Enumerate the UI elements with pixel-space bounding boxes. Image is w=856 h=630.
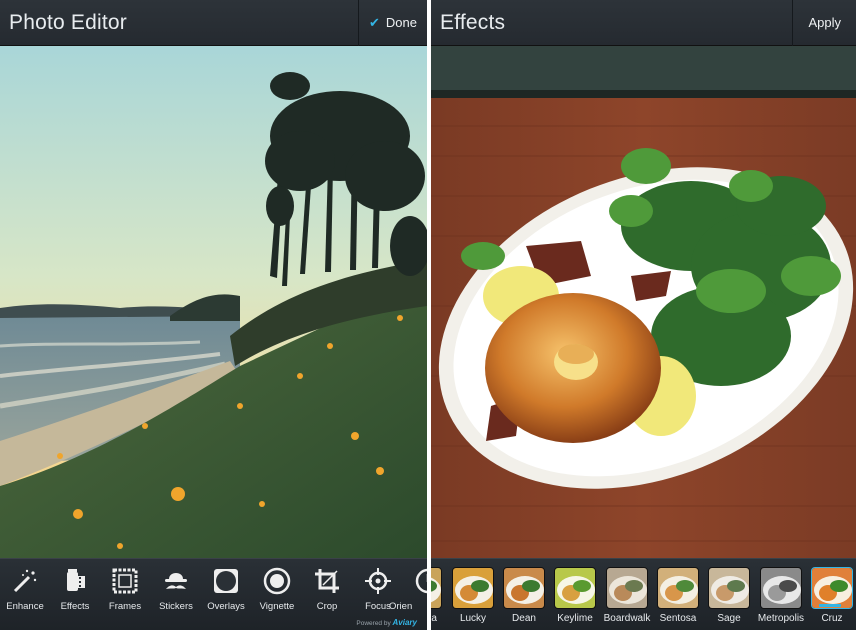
frame-icon [112, 568, 138, 594]
magic-wand-icon [13, 569, 37, 593]
photo-editor-screen: Photo Editor ✔ Done Enhance Effects Fram… [0, 0, 427, 630]
overlay-icon [214, 569, 238, 593]
effect-label: na [431, 613, 437, 624]
effect-thumb[interactable]: na [431, 567, 443, 624]
effect-preview [657, 567, 699, 609]
check-icon: ✔ [369, 14, 380, 30]
beach-sunset-photo [0, 46, 427, 558]
effect-preview [760, 567, 802, 609]
powered-prefix: Powered by [356, 620, 391, 627]
effect-preview [811, 567, 853, 609]
photo-canvas[interactable] [431, 46, 856, 558]
done-label: Done [385, 15, 417, 30]
effect-label: Cruz [821, 613, 843, 624]
effect-thumb[interactable]: Sage [707, 567, 751, 624]
aviary-logo: Aviary [392, 618, 417, 627]
crop-icon [315, 569, 339, 593]
effect-thumb[interactable]: Metropolis [758, 567, 804, 624]
effect-thumb-selected[interactable]: Cruz [810, 567, 854, 624]
effect-preview [606, 567, 648, 609]
top-bar: Photo Editor ✔ Done [0, 0, 427, 46]
effect-thumb[interactable]: Dean [502, 567, 546, 624]
screen-title: Effects [440, 10, 506, 34]
effects-screen: Effects Apply a Lucky Dean Keylime Board… [431, 0, 856, 630]
effect-preview [708, 567, 750, 609]
effect-thumb[interactable]: Boardwalk [604, 567, 650, 624]
top-bar: Effects Apply [431, 0, 856, 46]
photo-canvas[interactable] [0, 46, 427, 558]
apply-button[interactable]: Apply [792, 0, 856, 46]
powered-by: Powered by Aviary [356, 618, 417, 627]
screen-title: Photo Editor [9, 10, 127, 34]
effect-preview [431, 567, 442, 609]
effect-preview [452, 567, 494, 609]
bagel-salad-photo [431, 46, 856, 558]
hat-mustache-icon [165, 573, 187, 589]
effect-preview [554, 567, 596, 609]
effects-strip: na Lucky Dean Keylime Boardwalk [431, 558, 856, 630]
film-canister-icon [67, 569, 85, 591]
effect-thumb[interactable]: Keylime [553, 567, 597, 624]
effect-preview [503, 567, 545, 609]
focus-icon [365, 568, 391, 594]
done-button[interactable]: ✔ Done [358, 0, 427, 46]
tools-toolbar: Enhance Effects Frames Stickers Overlays… [0, 558, 427, 630]
effect-thumb[interactable]: Sentosa [656, 567, 700, 624]
effect-thumb[interactable]: Lucky [451, 567, 495, 624]
orientation-icon [415, 568, 427, 594]
tool-label: Orien [389, 601, 413, 612]
selected-indicator [819, 604, 841, 607]
vignette-icon [263, 567, 291, 595]
apply-label: Apply [808, 15, 841, 30]
